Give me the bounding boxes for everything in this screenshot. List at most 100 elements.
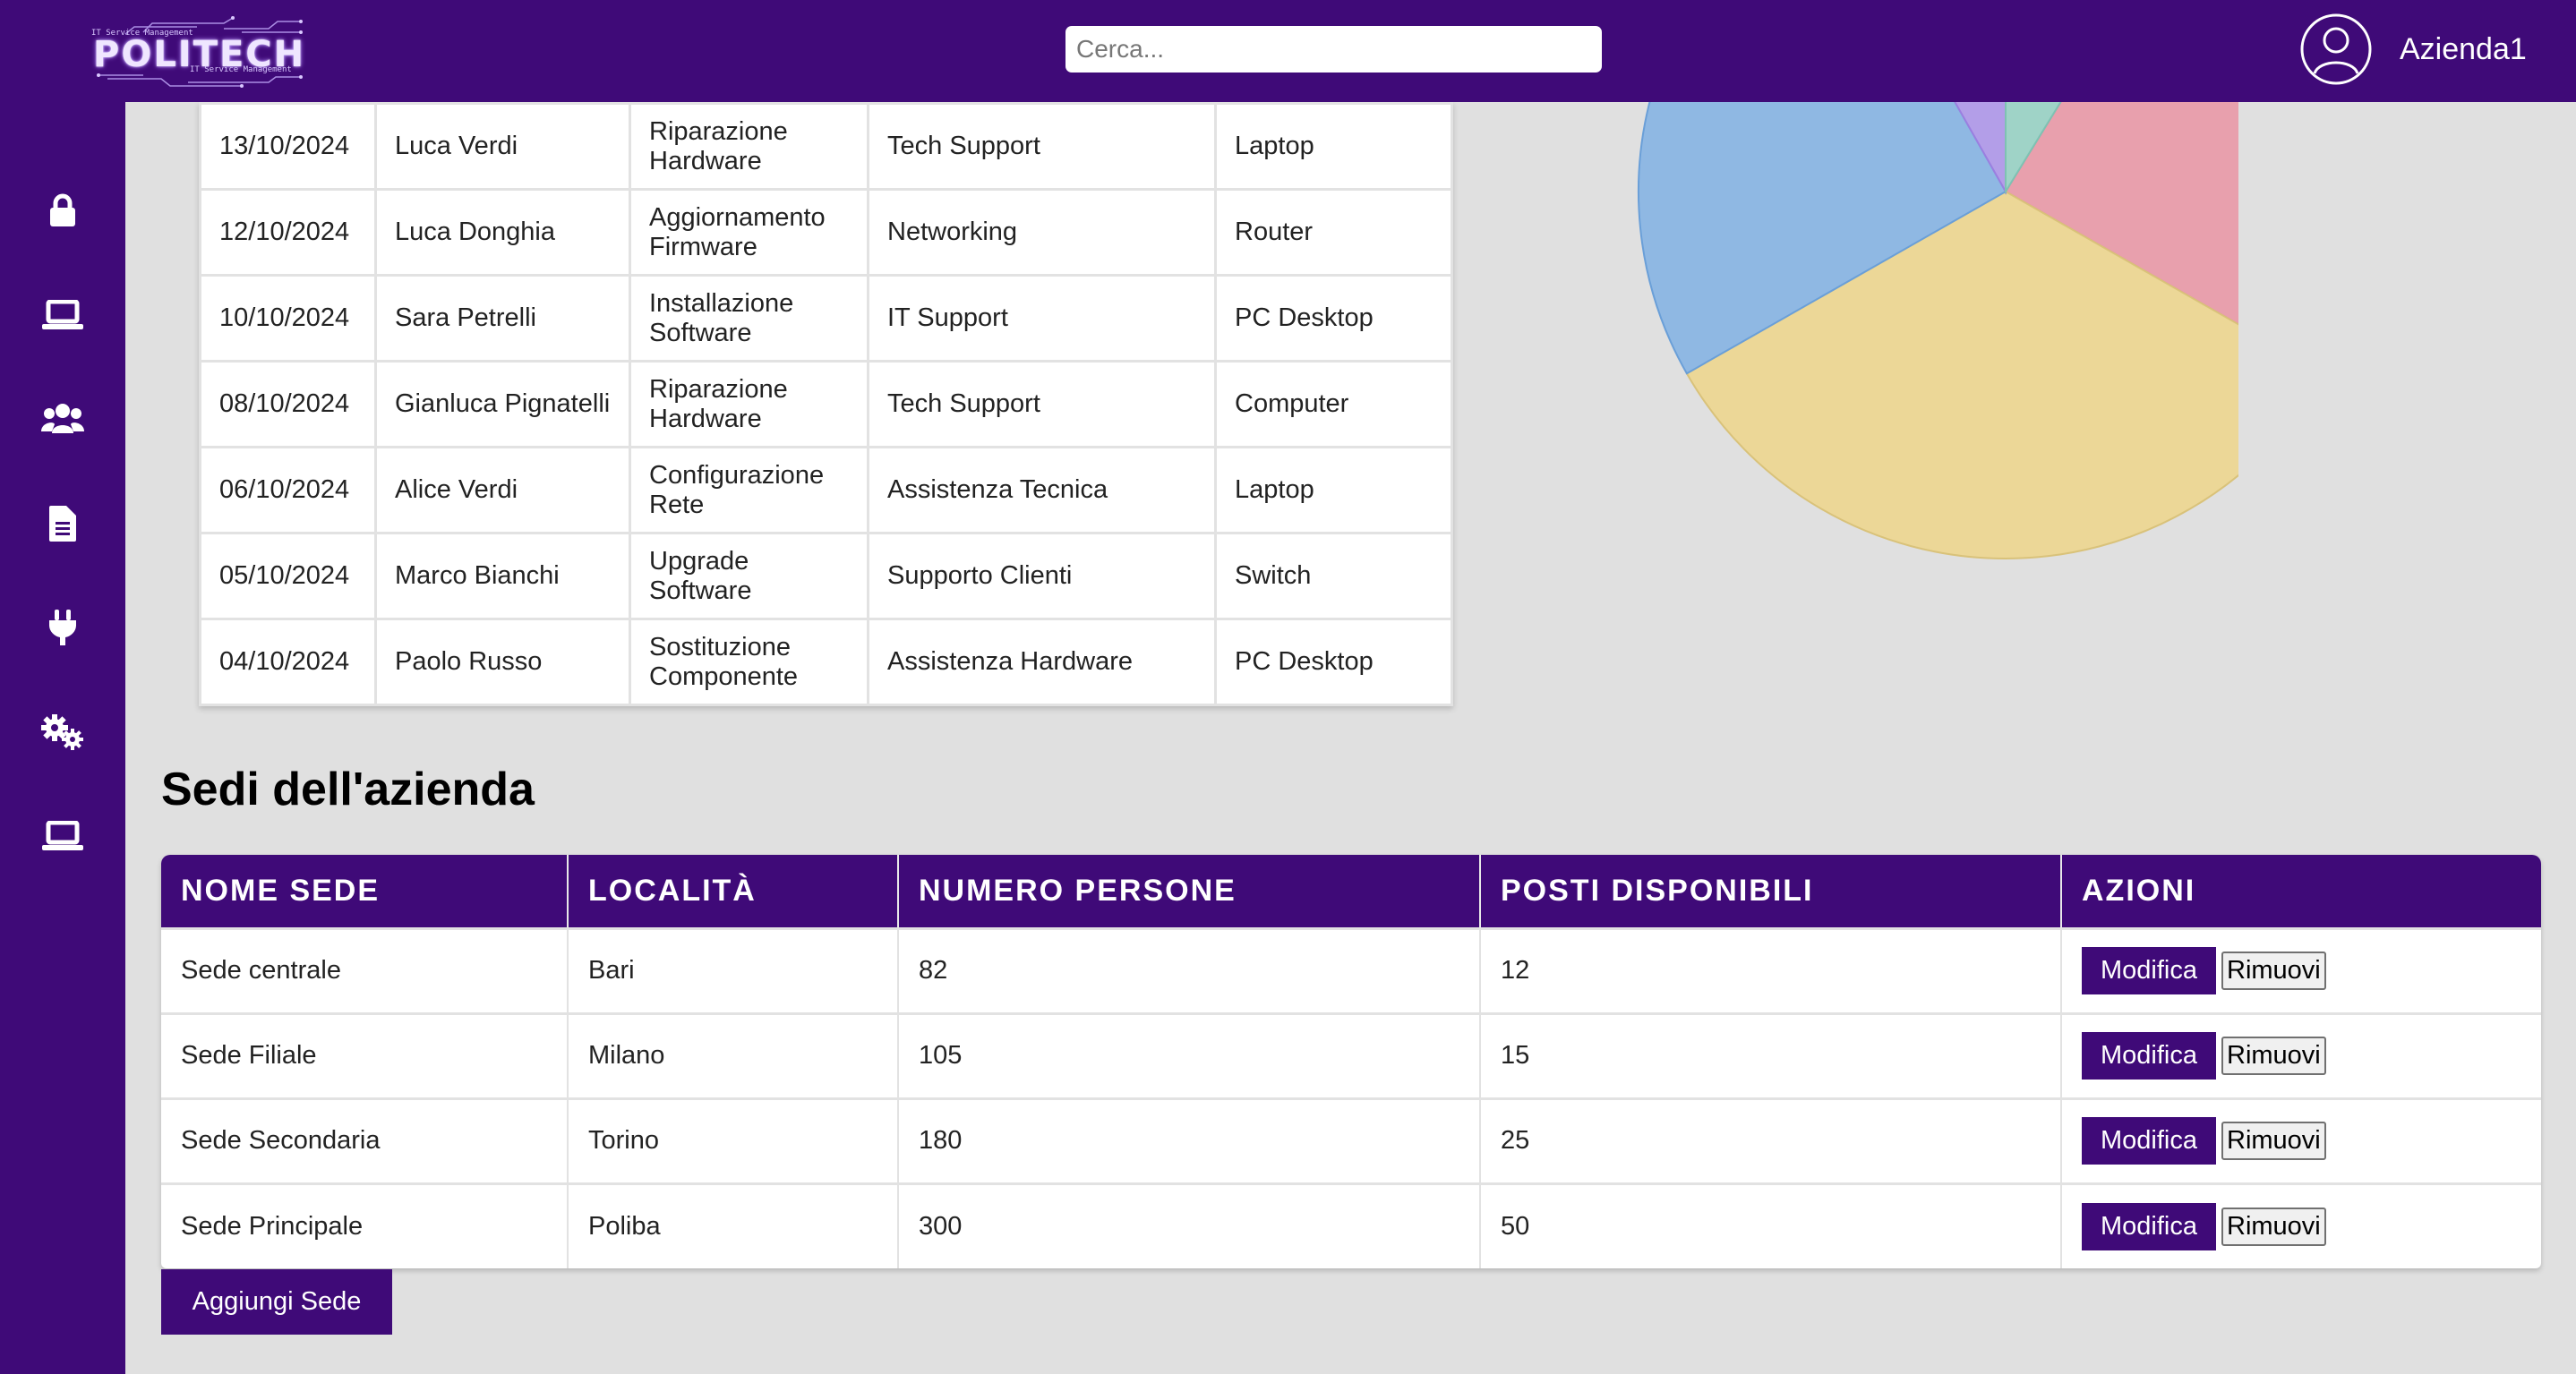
ticket-activity: Aggiornamento Firmware	[629, 188, 869, 277]
table-row: 06/10/2024 Alice Verdi Configurazione Rete…	[199, 446, 1453, 534]
ticket-department: Networking	[867, 188, 1217, 277]
sedi-table-body: Sede centrale Bari 82 12 Modifica Rimuovi Sede…	[161, 926, 2541, 1268]
sede-available-seats: 15	[1480, 1011, 2062, 1098]
ticket-department: Tech Support	[867, 102, 1217, 191]
table-row: Sede Filiale Milano 105 15 Modifica Rimuovi	[161, 1011, 2541, 1098]
ticket-date: 04/10/2024	[199, 618, 377, 706]
user-avatar-icon[interactable]	[2299, 13, 2373, 86]
sede-people-count: 180	[898, 1097, 1481, 1183]
laptop-icon	[42, 821, 83, 850]
ticket-technician: Luca Donghia	[374, 188, 631, 277]
plug-icon	[49, 610, 76, 645]
table-row: Sede centrale Bari 82 12 Modifica Rimuovi	[161, 926, 2541, 1013]
gears-icon	[41, 714, 83, 750]
table-row: Sede Secondaria Torino 180 25 Modifica Rimuov…	[161, 1097, 2541, 1183]
remove-sede-button[interactable]: Rimuovi	[2221, 1037, 2326, 1075]
lock-icon	[50, 193, 75, 226]
tickets-table: 13/10/2024 Luca Verdi Riparazione Hardware…	[199, 102, 1453, 706]
sede-available-seats: 12	[1480, 926, 2062, 1013]
politech-logo[interactable]: IT Service Management POLITECH IT Servic…	[90, 14, 304, 90]
sidebar-item-devices[interactable]	[36, 290, 90, 340]
sede-actions: Modifica Rimuovi	[2061, 1182, 2541, 1268]
sedi-section-title: Sedi dell'azienda	[161, 764, 535, 815]
ticket-activity: Upgrade Software	[629, 532, 869, 620]
edit-sede-button[interactable]: Modifica	[2082, 1117, 2216, 1165]
ticket-technician: Luca Verdi	[374, 102, 631, 191]
sidebar-item-hardware[interactable]	[36, 811, 90, 861]
column-header-localita: Località	[568, 855, 899, 928]
column-header-posti-disponibili: Posti disponibili	[1480, 855, 2062, 928]
user-name: Azienda1	[2400, 31, 2527, 66]
ticket-date: 06/10/2024	[199, 446, 377, 534]
table-row: 13/10/2024 Luca Verdi Riparazione Hardware…	[199, 102, 1453, 191]
document-icon	[49, 506, 76, 542]
sede-location: Bari	[568, 926, 899, 1013]
edit-sede-button[interactable]: Modifica	[2082, 1202, 2216, 1250]
users-icon	[41, 404, 84, 433]
ticket-technician: Gianluca Pignatelli	[374, 360, 631, 448]
ticket-activity: Riparazione Hardware	[629, 102, 869, 191]
ticket-date: 08/10/2024	[199, 360, 377, 448]
table-row: 04/10/2024 Paolo Russo Sostituzione Compon…	[199, 618, 1453, 706]
sedi-table-container: Nome sede Località Numero persone Posti …	[161, 855, 2541, 1268]
ticket-activity: Riparazione Hardware	[629, 360, 869, 448]
ticket-date: 13/10/2024	[199, 102, 377, 191]
logo-tagline-secondary: IT Service Management	[190, 65, 292, 74]
table-row: 12/10/2024 Luca Donghia Aggiornamento Firm…	[199, 188, 1453, 277]
ticket-department: Assistenza Hardware	[867, 618, 1217, 706]
sede-actions: Modifica Rimuovi	[2061, 1097, 2541, 1183]
sede-people-count: 105	[898, 1011, 1481, 1098]
sede-location: Milano	[568, 1011, 899, 1098]
edit-sede-button[interactable]: Modifica	[2082, 947, 2216, 994]
laptop-icon	[42, 300, 83, 329]
ticket-device: Switch	[1214, 532, 1453, 620]
remove-sede-button[interactable]: Rimuovi	[2221, 952, 2326, 990]
ticket-department: Supporto Clienti	[867, 532, 1217, 620]
sede-people-count: 300	[898, 1182, 1481, 1268]
ticket-technician: Alice Verdi	[374, 446, 631, 534]
ticket-technician: Sara Petrelli	[374, 274, 631, 363]
sede-actions: Modifica Rimuovi	[2061, 926, 2541, 1013]
add-sede-button[interactable]: Aggiungi Sede	[161, 1269, 392, 1335]
column-header-nome-sede: Nome sede	[161, 855, 569, 928]
edit-sede-button[interactable]: Modifica	[2082, 1032, 2216, 1080]
sidebar-item-users[interactable]	[36, 394, 90, 444]
ticket-device: Computer	[1214, 360, 1453, 448]
ticket-technician: Paolo Russo	[374, 618, 631, 706]
table-row: 10/10/2024 Sara Petrelli Installazione Sof…	[199, 274, 1453, 363]
sede-people-count: 82	[898, 926, 1481, 1013]
search-input[interactable]	[1065, 26, 1602, 73]
ticket-activity: Sostituzione Componente	[629, 618, 869, 706]
top-bar: IT Service Management POLITECH IT Servic…	[0, 0, 2576, 102]
sede-available-seats: 25	[1480, 1097, 2062, 1183]
ticket-device: PC Desktop	[1214, 274, 1453, 363]
sidebar-item-documents[interactable]	[36, 499, 90, 549]
sidebar-item-security[interactable]	[36, 185, 90, 235]
ticket-device: Laptop	[1214, 446, 1453, 534]
ticket-device: PC Desktop	[1214, 618, 1453, 706]
column-header-numero-persone: Numero persone	[898, 855, 1481, 928]
table-row: 08/10/2024 Gianluca Pignatelli Riparazione…	[199, 360, 1453, 448]
table-row: 05/10/2024 Marco Bianchi Upgrade Software S…	[199, 532, 1453, 620]
sede-name: Sede Filiale	[161, 1011, 569, 1098]
sede-location: Poliba	[568, 1182, 899, 1268]
sidebar	[0, 102, 125, 1374]
sidebar-item-settings[interactable]	[36, 707, 90, 757]
remove-sede-button[interactable]: Rimuovi	[2221, 1122, 2326, 1160]
ticket-date: 12/10/2024	[199, 188, 377, 277]
user-menu[interactable]: Azienda1	[2299, 13, 2527, 86]
remove-sede-button[interactable]: Rimuovi	[2221, 1207, 2326, 1246]
ticket-department: IT Support	[867, 274, 1217, 363]
sede-location: Torino	[568, 1097, 899, 1183]
ticket-activity: Installazione Software	[629, 274, 869, 363]
ticket-device: Router	[1214, 188, 1453, 277]
ticket-technician: Marco Bianchi	[374, 532, 631, 620]
sidebar-item-power[interactable]	[36, 602, 90, 653]
sedi-table-header: Nome sede Località Numero persone Posti …	[161, 855, 2541, 928]
ticket-device: Laptop	[1214, 102, 1453, 191]
ticket-department: Tech Support	[867, 360, 1217, 448]
sede-available-seats: 50	[1480, 1182, 2062, 1268]
ticket-department: Assistenza Tecnica	[867, 446, 1217, 534]
ticket-date: 05/10/2024	[199, 532, 377, 620]
sede-name: Sede centrale	[161, 926, 569, 1013]
